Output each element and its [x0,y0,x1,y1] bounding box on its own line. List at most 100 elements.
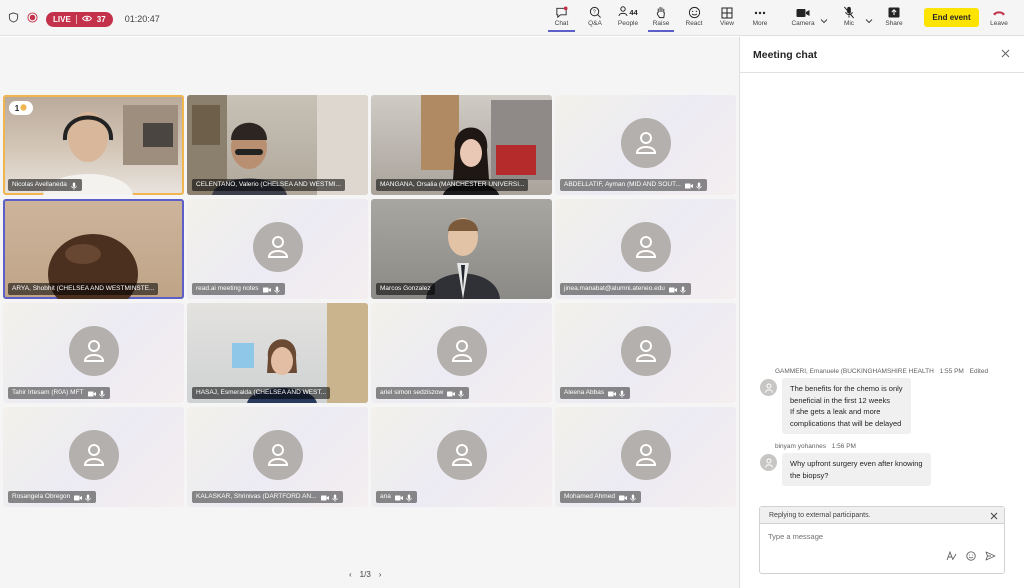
shield-icon[interactable] [8,10,19,28]
camera-off-icon [608,390,617,397]
share-button[interactable]: Share [882,5,906,32]
leave-button-label: Leave [990,20,1008,27]
participant-name-label: read.ai meeting notes [192,283,285,295]
page-indicator: 1/3 [359,570,371,579]
participant-name-label: MANGANA, Orsalia (MANCHESTER UNIVERSI... [376,179,529,191]
avatar [436,326,487,376]
more-button-label: More [752,20,768,27]
mic-options-chevron-icon[interactable] [865,11,873,29]
mic-icon [406,494,413,502]
emoji-icon[interactable] [966,548,976,566]
avatar [760,454,777,471]
avatar [68,430,119,480]
participant-tile[interactable]: KALASKAR, Shrinivas (DARTFORD AN... [187,407,368,507]
people-button[interactable]: 44 People [613,5,643,32]
participant-tile[interactable]: HASAJ, Esmeralda (CHELSEA AND WEST... [187,303,368,403]
avatar [760,379,777,396]
qa-button[interactable]: ? Q&A [582,5,608,32]
more-button[interactable]: More [748,5,772,32]
participant-tile[interactable]: ana [371,407,552,507]
leave-button[interactable]: Leave [987,5,1011,32]
end-event-button[interactable]: End event [924,8,979,27]
video-gallery: 1 Nicolas Avellaneda CELENTANO, Valerio … [0,37,739,588]
person-icon [83,340,104,362]
participant-name: CELENTANO, Valerio (CHELSEA AND WESTMI..… [196,181,341,188]
camera-button[interactable]: Camera [789,5,817,32]
participant-tile[interactable]: read.ai meeting notes [187,199,368,299]
close-icon[interactable] [1001,49,1010,61]
participant-tile[interactable]: CELENTANO, Valerio (CHELSEA AND WESTMI..… [187,95,368,195]
send-icon[interactable] [985,548,996,566]
person-icon [764,383,773,393]
next-page-button[interactable]: › [379,570,382,579]
participant-name: Marcos Gonzalez [380,285,431,292]
participant-tile[interactable]: Mohamed Ahmed [555,407,736,507]
participant-tile[interactable]: Aleena Abbas [555,303,736,403]
prev-page-button[interactable]: ‹ [349,570,352,579]
message-input[interactable] [768,532,998,541]
chat-button[interactable]: Chat [548,5,575,32]
participant-tile[interactable]: Marcos Gonzalez [371,199,552,299]
mic-button[interactable]: Mic [837,5,861,32]
camera-off-icon [668,286,677,293]
avatar [620,222,671,272]
participant-tile[interactable]: ABDELLATIF, Ayman (MID AND SOUT... [555,95,736,195]
camera-options-chevron-icon[interactable] [820,11,828,29]
record-icon[interactable] [27,10,38,28]
participant-name-label: HASAJ, Esmeralda (CHELSEA AND WEST... [192,387,331,399]
people-button-label: People [617,20,639,27]
participant-name-label: ariel simon sedziszow [376,387,470,399]
qa-icon: ? [589,5,602,20]
participant-name: ARYA, Shobhit (CHELSEA AND WESTMINSTE... [12,285,155,292]
avatar [436,430,487,480]
view-button[interactable]: View [715,5,739,32]
message-bubble[interactable]: Why upfront surgery even after knowing t… [782,453,931,486]
participant-tile[interactable]: ariel simon sedziszow [371,303,552,403]
raised-hand-icon [20,103,27,113]
participant-tile[interactable]: MANGANA, Orsalia (MANCHESTER UNIVERSI... [371,95,552,195]
message-body: Why upfront surgery even after knowing t… [760,453,931,486]
participant-name-label: CELENTANO, Valerio (CHELSEA AND WESTMI..… [192,179,345,191]
participant-name-label: Marcos Gonzalez [376,283,435,295]
message-bubble[interactable]: The benefits for the chemo is only benef… [782,378,911,434]
mic-icon [619,390,626,398]
participant-name-label: ARYA, Shobhit (CHELSEA AND WESTMINSTE... [8,283,159,295]
people-icon [618,6,628,19]
participant-name: Aleena Abbas [564,389,605,396]
participant-name: Mohamed Ahmed [564,493,615,500]
participant-tile[interactable]: Tahir Irtesam (R0A) MFT [3,303,184,403]
svg-text:?: ? [592,9,595,15]
camera-button-label: Camera [791,20,815,27]
person-icon [635,132,656,154]
message-body: The benefits for the chemo is only benef… [760,378,992,434]
message-line: Why upfront surgery even after knowing [790,459,923,468]
person-icon [451,340,472,362]
format-icon[interactable] [946,548,957,566]
camera-off-icon [618,494,627,501]
participant-name-label: ABDELLATIF, Ayman (MID AND SOUT... [560,179,707,191]
participant-tile[interactable]: Rosangela Obregon [3,407,184,507]
participant-tile[interactable]: 1 Nicolas Avellaneda [3,95,184,195]
participant-name: read.ai meeting notes [196,285,259,292]
person-icon [635,340,656,362]
qa-button-label: Q&A [588,20,602,27]
person-icon [83,444,104,466]
chat-icon [555,5,568,20]
participant-name: jinea.manabat@alumni.ateneo.edu [564,285,665,292]
close-icon[interactable] [990,509,998,523]
react-button[interactable]: React [681,5,707,32]
camera-off-icon [320,494,329,501]
raise-hand-button[interactable]: Raise [648,5,674,32]
participant-tile[interactable]: ARYA, Shobhit (CHELSEA AND WESTMINSTE... [3,199,184,299]
mic-icon [98,390,106,398]
camera-off-icon [262,286,271,293]
person-icon [635,236,656,258]
view-icon [721,5,733,20]
mic-icon [85,494,92,502]
participant-tile[interactable]: jinea.manabat@alumni.ateneo.edu [555,199,736,299]
participant-name-label: KALASKAR, Shrinivas (DARTFORD AN... [192,491,343,503]
mic-icon [71,182,78,190]
participant-name: Tahir Irtesam (R0A) MFT [12,389,84,396]
person-icon [764,458,773,468]
live-badge[interactable]: LIVE 37 [46,11,113,27]
